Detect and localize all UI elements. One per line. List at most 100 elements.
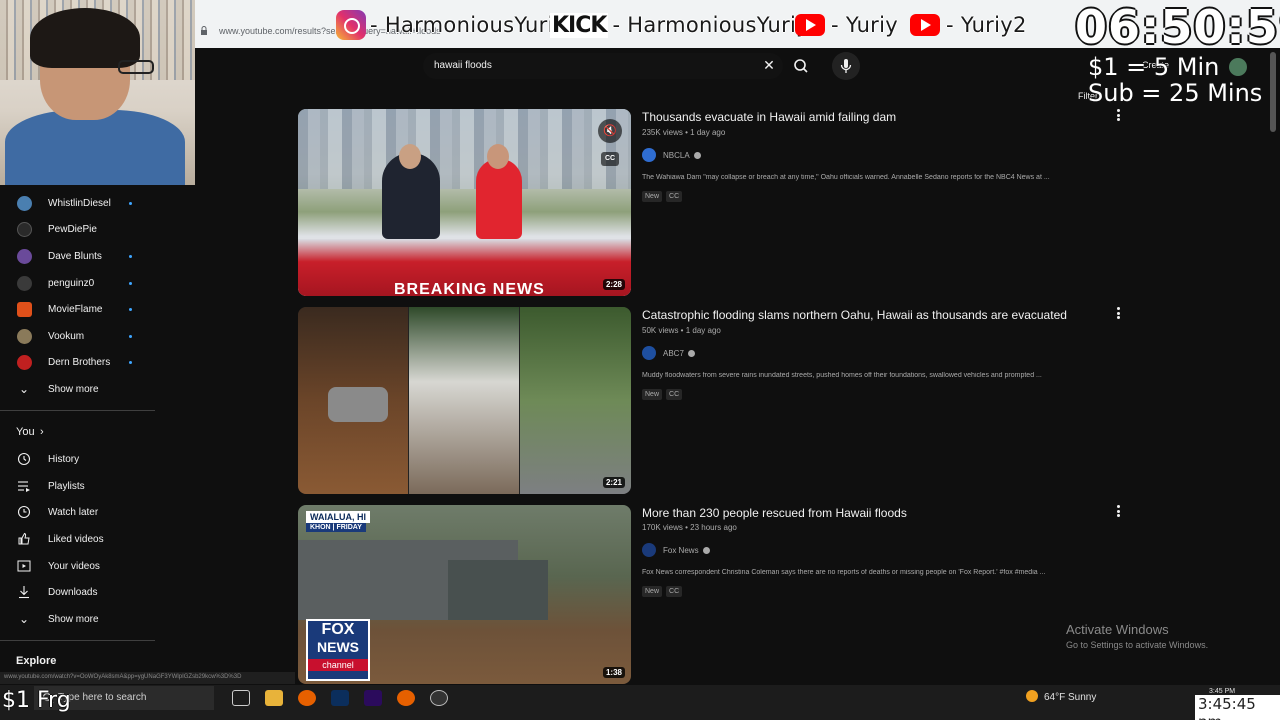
sidebar-item-liked-videos[interactable]: Liked videos	[0, 526, 160, 552]
sidebar-item-whistlindiesel[interactable]: WhistlinDiesel	[0, 190, 160, 216]
instagram-label: - HarmoniousYuriy	[370, 13, 567, 37]
cc-badge: CC	[666, 389, 683, 400]
channel-avatar	[17, 248, 32, 264]
sidebar-item-penguinz0[interactable]: penguinz0	[0, 270, 160, 296]
road-panel	[520, 307, 631, 494]
kick-label: - HarmoniousYuriy	[612, 13, 809, 37]
video-meta: 170K views • 23 hours ago	[642, 523, 737, 532]
mic-icon[interactable]	[832, 52, 860, 80]
sidebar-you-header[interactable]: You ›	[0, 419, 160, 445]
sidebar-item-label: Playlists	[48, 480, 85, 492]
youtube-handle-2: - Yuriy2	[910, 8, 1027, 42]
weather-text[interactable]: 64°F Sunny	[1044, 692, 1096, 703]
location-caption: WAIALUA, HI	[306, 511, 370, 523]
video-thumbnail[interactable]: WAIALUA, HI KHON | FRIDAY FOX NEWS chann…	[298, 505, 631, 684]
video-title[interactable]: Catastrophic flooding slams northern Oah…	[642, 308, 1112, 322]
fox-news-logo: FOX NEWS channel	[306, 619, 370, 681]
photoshop-icon[interactable]	[331, 690, 349, 706]
channel-link[interactable]: ABC7	[642, 346, 695, 360]
instagram-handle: - HarmoniousYuriy	[336, 8, 566, 42]
sidebar-item-your-videos[interactable]: Your videos	[0, 553, 160, 579]
sidebar-item-label: PewDiePie	[48, 223, 97, 235]
sidebar-show-more-you[interactable]: ⌄ Show more	[0, 606, 160, 632]
more-options-icon[interactable]	[1114, 307, 1122, 319]
channel-name: NBCLA	[663, 150, 690, 160]
stream-clock-overlay: 3:45:45 pm	[1195, 695, 1280, 720]
streamer-shirt	[5, 110, 185, 185]
link-status-bar: www.youtube.com/watch?v=OoWOyAk8smA&pp=y…	[0, 672, 295, 684]
verified-icon	[687, 349, 695, 357]
you-heading: You	[16, 426, 35, 438]
taskbar-search-placeholder[interactable]: Type here to search	[58, 692, 146, 703]
channel-link[interactable]: Fox News	[642, 543, 710, 557]
flooded-car	[328, 387, 388, 422]
scrollbar[interactable]	[1270, 52, 1276, 132]
activate-windows-title: Activate Windows	[1066, 622, 1169, 637]
like-icon	[18, 532, 30, 545]
video-badges: New CC	[642, 586, 683, 597]
sidebar-item-vookum[interactable]: Vookum	[0, 323, 160, 349]
video-thumbnail[interactable]: BREAKING NEWS 🔇 CC 2:28	[298, 109, 631, 296]
channel-name: Fox News	[663, 545, 699, 555]
search-icon[interactable]	[787, 53, 815, 79]
sidebar-item-history[interactable]: History	[0, 446, 160, 472]
youtube-icon	[795, 14, 825, 36]
taskbar-clock[interactable]: 3:45 PM	[1209, 688, 1235, 695]
video-badges: New CC	[642, 389, 683, 400]
anchor-1-head	[399, 144, 421, 169]
video-title[interactable]: Thousands evacuate in Hawaii amid failin…	[642, 110, 1112, 124]
sidebar-item-label: Your videos	[48, 560, 100, 572]
activate-windows-subtitle: Go to Settings to activate Windows.	[1066, 640, 1209, 650]
account-avatar[interactable]	[1229, 58, 1247, 76]
new-content-dot	[129, 307, 132, 311]
channel-avatar	[17, 195, 32, 211]
glasses	[118, 60, 154, 74]
video-title[interactable]: More than 230 people rescued from Hawaii…	[642, 506, 1112, 520]
lock-icon	[201, 26, 207, 35]
premiere-icon[interactable]	[364, 690, 382, 706]
youtube-icon	[910, 14, 940, 36]
sidebar-item-label: Liked videos	[48, 533, 104, 545]
new-content-dot	[129, 201, 132, 205]
more-options-icon[interactable]	[1114, 109, 1122, 121]
streamer-hair	[30, 8, 140, 68]
sidebar-item-label: Show more	[48, 383, 99, 395]
sidebar-item-movieflame[interactable]: MovieFlame	[0, 296, 160, 322]
sidebar-item-pewdiepie[interactable]: PewDiePie	[0, 216, 160, 242]
sidebar-show-more-subs[interactable]: ⌄ Show more	[0, 376, 160, 402]
firefox-icon[interactable]	[298, 690, 316, 706]
obs-icon[interactable]	[430, 690, 448, 706]
sidebar-item-playlists[interactable]: Playlists	[0, 473, 160, 499]
new-content-dot	[129, 281, 132, 285]
sidebar-item-watch-later[interactable]: Watch later	[0, 499, 160, 525]
webcam-feed	[0, 0, 195, 185]
sidebar-item-label: Watch later	[48, 506, 99, 518]
file-explorer-icon[interactable]	[265, 690, 283, 706]
channel-link[interactable]: NBCLA	[642, 148, 701, 162]
city-skyline	[298, 109, 631, 189]
logo-text-2: NEWS	[317, 639, 359, 655]
sidebar-item-label: Vookum	[48, 330, 85, 342]
sidebar-item-label: Downloads	[48, 586, 98, 598]
video-thumbnail[interactable]: 2:21	[298, 307, 631, 494]
clear-search-icon[interactable]: ✕	[761, 57, 777, 73]
donation-rate-2: Sub = 25 Mins	[1088, 79, 1263, 107]
donation-overlay-bottom: $1 Frg	[2, 688, 71, 713]
sidebar-item-dern-brothers[interactable]: Dern Brothers	[0, 349, 160, 375]
youtube-label-1: - Yuriy	[831, 13, 898, 37]
captions-icon[interactable]: CC	[601, 152, 619, 166]
sidebar-item-downloads[interactable]: Downloads	[0, 579, 160, 605]
task-view-icon[interactable]	[232, 690, 250, 706]
watch-later-icon	[17, 505, 31, 519]
breaking-news-caption: BREAKING NEWS	[394, 281, 545, 296]
more-options-icon[interactable]	[1114, 505, 1122, 517]
video-description: The Wahiawa Dam "may collapse or breach …	[642, 174, 1050, 181]
new-content-dot	[129, 334, 132, 338]
sidebar-item-label: MovieFlame	[48, 303, 103, 315]
chevron-down-icon: ⌄	[18, 612, 30, 626]
search-query[interactable]: hawaii floods	[434, 60, 492, 71]
firefox-active-icon[interactable]	[397, 690, 415, 706]
sidebar-item-dave-blunts[interactable]: Dave Blunts	[0, 243, 160, 269]
history-icon	[17, 452, 31, 466]
mute-icon[interactable]: 🔇	[598, 119, 622, 143]
